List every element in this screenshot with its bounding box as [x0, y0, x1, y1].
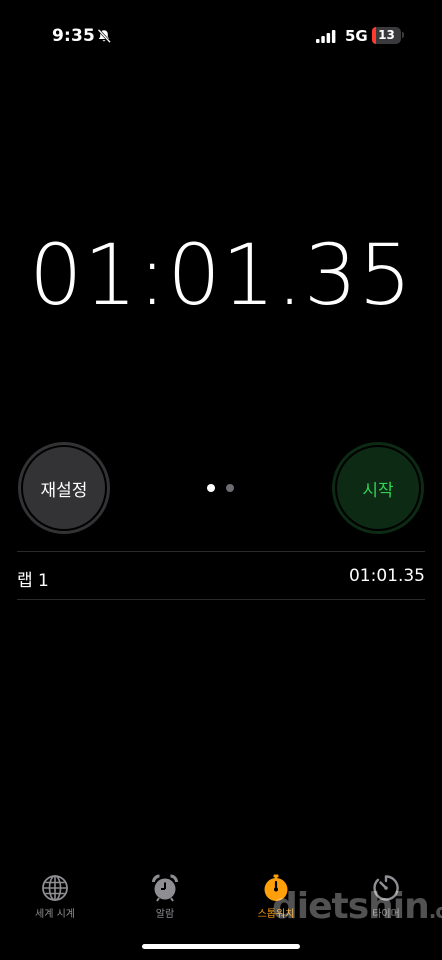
status-time: 9:35 [52, 26, 96, 46]
home-indicator[interactable] [142, 944, 300, 949]
page-dot-inactive [226, 484, 234, 492]
tab-world-clock-label: 세계 시계 [35, 909, 75, 920]
battery-level: 13 [378, 28, 395, 42]
tab-alarm[interactable]: 알람 [120, 868, 210, 924]
watermark-main: dietshin [272, 886, 430, 927]
watermark-suffix: .com [428, 899, 442, 923]
tab-world-clock[interactable]: 세계 시계 [10, 868, 100, 924]
globe-icon [42, 875, 68, 901]
lap-time: 01:01.35 [348, 566, 425, 586]
reset-button[interactable]: 재설정 [18, 442, 110, 534]
alarm-clock-icon [152, 874, 178, 902]
page-indicator[interactable] [207, 484, 237, 492]
lap-label: 랩 1 [17, 571, 49, 591]
lap-row: 랩 1 01:01.35 [17, 552, 425, 599]
cellular-signal-icon [316, 30, 336, 43]
start-button-label: 시작 [362, 480, 394, 501]
lap-divider-bottom [17, 599, 425, 600]
page-dot-active [207, 484, 215, 492]
battery-icon: 13 [372, 27, 401, 44]
silent-bell-icon [97, 28, 111, 44]
tab-alarm-label: 알람 [155, 909, 175, 920]
reset-button-label: 재설정 [40, 480, 88, 501]
network-type: 5G [345, 27, 368, 45]
battery-tip [402, 32, 404, 38]
start-button[interactable]: 시작 [332, 442, 424, 534]
stopwatch-screen: 9:35 5G 13 01:01.35 재설정 시작 랩 1 01:01.35 … [0, 0, 442, 960]
stopwatch-time-display: 01:01.35 [29, 226, 413, 324]
status-bar: 9:35 5G 13 [0, 0, 442, 72]
watermark: dietshin.com [272, 886, 442, 927]
